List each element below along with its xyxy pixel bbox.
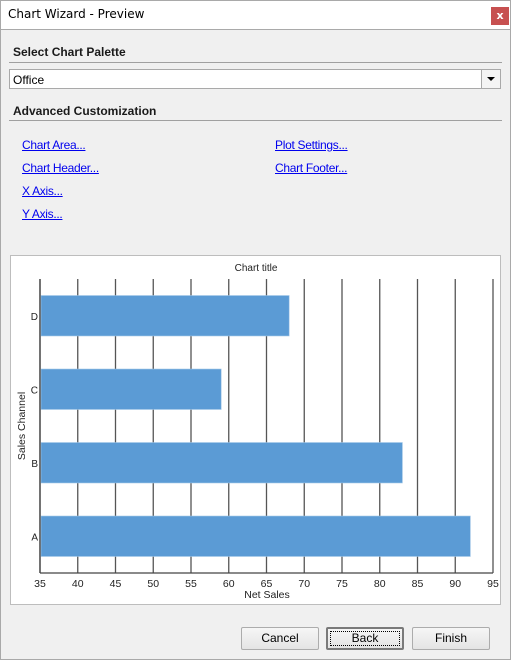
- chart-footer-link[interactable]: Chart Footer...: [275, 161, 348, 175]
- finish-button-label: Finish: [434, 631, 467, 645]
- plot-settings-link[interactable]: Plot Settings...: [275, 138, 348, 152]
- close-icon: x: [496, 9, 504, 22]
- cancel-button[interactable]: Cancel: [241, 627, 319, 650]
- palette-dropdown-button[interactable]: [481, 70, 500, 88]
- y-tick-label: D: [31, 312, 38, 323]
- x-tick-label: 70: [298, 578, 310, 590]
- x-tick-label: 95: [487, 578, 499, 590]
- bar-a: [40, 515, 471, 557]
- palette-divider: [9, 62, 502, 63]
- x-axis-link[interactable]: X Axis...: [22, 184, 63, 198]
- cancel-button-label: Cancel: [261, 631, 299, 645]
- chart-svg: ABCD35 40 45 50 55 60 65 70 75 80 85 90 95Chart titl…: [16, 263, 499, 601]
- y-axis-link[interactable]: Y Axis...: [22, 207, 63, 221]
- palette-dropdown[interactable]: Office: [9, 69, 501, 89]
- finish-button[interactable]: Finish: [412, 627, 490, 650]
- chart-wizard-window: Chart Wizard - Preview x Select Chart Pa…: [0, 0, 511, 660]
- window-title: Chart Wizard - Preview: [8, 7, 145, 21]
- x-tick-label: 50: [147, 578, 159, 590]
- x-tick-label: 75: [336, 578, 348, 590]
- x-tick-label: 60: [223, 578, 235, 590]
- bar-d: [40, 295, 290, 337]
- chart-preview: A B C D 35 40 45 50 55 60 65 70 75 80 85 90 95 Chart titl…: [10, 255, 501, 605]
- x-tick-label: 45: [110, 578, 122, 590]
- x-tick-label: 90: [449, 578, 461, 590]
- x-tick-label: 85: [412, 578, 424, 590]
- x-axis-title: Net Sales: [244, 589, 290, 601]
- title-bar: Chart Wizard - Preview x: [1, 1, 510, 30]
- y-tick-label: C: [31, 385, 38, 396]
- x-tick-label: 40: [72, 578, 84, 590]
- y-tick-label: B: [31, 459, 38, 470]
- advanced-section-label: Advanced Customization: [13, 104, 157, 118]
- y-tick-label: A: [31, 532, 38, 543]
- bar-c: [40, 368, 222, 410]
- palette-section-label: Select Chart Palette: [13, 45, 126, 59]
- x-tick-label: 35: [34, 578, 46, 590]
- chevron-down-icon: [487, 77, 495, 81]
- y-axis-title: Sales Channel: [16, 392, 28, 460]
- x-tick-label: 80: [374, 578, 386, 590]
- chart-title: Chart title: [235, 263, 278, 274]
- palette-dropdown-value: Office: [13, 73, 45, 87]
- close-button[interactable]: x: [491, 7, 509, 25]
- back-button-label: Back: [351, 631, 379, 645]
- chart-header-link[interactable]: Chart Header...: [22, 161, 99, 175]
- back-button[interactable]: Back: [326, 627, 404, 650]
- x-tick-label: 55: [185, 578, 197, 590]
- chart-area-link[interactable]: Chart Area...: [22, 138, 86, 152]
- advanced-divider: [9, 120, 502, 121]
- bar-b: [40, 442, 403, 484]
